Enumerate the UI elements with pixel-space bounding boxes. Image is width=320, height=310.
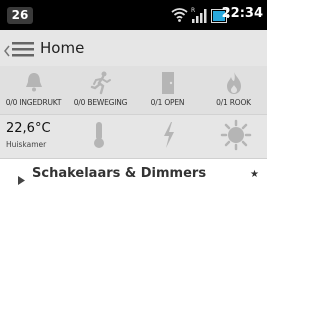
page-title: Home	[40, 39, 85, 57]
climate-row: 22,6°C Huiskamer	[0, 114, 267, 158]
smoke-sensor-tile[interactable]: 0/1 ROOK	[200, 66, 267, 114]
door-icon	[134, 71, 201, 99]
menu-icon[interactable]	[12, 41, 34, 61]
flame-icon	[200, 71, 267, 99]
signal-icon: R	[191, 6, 207, 28]
svg-text:R: R	[191, 7, 195, 14]
thermometer-icon[interactable]	[92, 121, 106, 153]
group-label: Schakelaars & Dimmers	[32, 166, 207, 181]
notification-count-badge[interactable]: 26	[7, 7, 33, 24]
bell-icon	[0, 71, 67, 97]
wifi-icon	[171, 7, 188, 26]
sun-icon[interactable]	[220, 119, 252, 155]
smoke-label: 0/1 ROOK	[216, 98, 251, 107]
pushed-label: 0/0 INGEDRUKT	[5, 98, 62, 107]
temperature-value[interactable]: 22,6°C	[6, 121, 51, 136]
status-bar: 26 R 22:34	[0, 0, 267, 30]
expand-arrow-icon[interactable]	[18, 170, 25, 189]
door-sensor-tile[interactable]: 0/1 OPEN	[134, 66, 201, 114]
room-label: Huiskamer	[6, 140, 47, 149]
action-bar: Home	[0, 30, 267, 66]
door-label: 0/1 OPEN	[150, 98, 185, 107]
motion-label: 0/0 BEWEGING	[73, 98, 128, 107]
back-chevron-icon[interactable]	[4, 42, 10, 61]
lightning-icon[interactable]	[162, 121, 176, 153]
sensor-summary-row: 0/0 INGEDRUKT 0/0 BEWEGING 0/1 OPEN 0/1 …	[0, 66, 267, 114]
pushed-sensor-tile[interactable]: 0/0 INGEDRUKT	[0, 66, 67, 114]
group-switches-dimmers[interactable]: Schakelaars & Dimmers ★	[0, 159, 267, 191]
motion-sensor-tile[interactable]: 0/0 BEWEGING	[67, 66, 134, 114]
favorite-star-icon[interactable]: ★	[250, 169, 259, 180]
running-person-icon	[67, 71, 134, 99]
clock: 22:34	[221, 6, 263, 21]
